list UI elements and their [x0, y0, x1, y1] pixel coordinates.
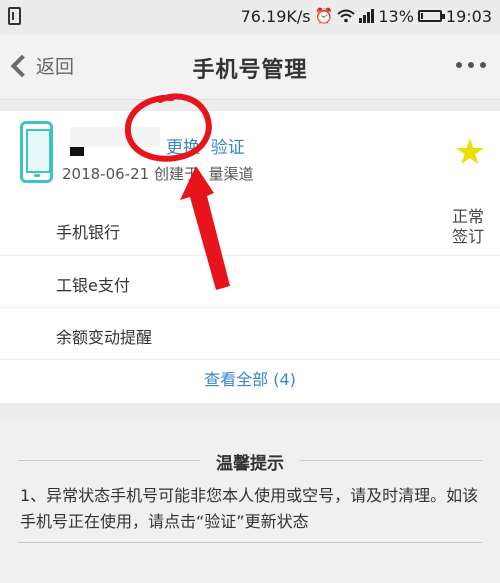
tips-text: 1、异常状态手机号可能非您本人使用或空号，请及时清理。如该手机号正在使用，请点击…: [20, 486, 479, 531]
service-label: 手机银行: [56, 223, 121, 242]
battery-level: [420, 13, 423, 19]
star-icon: ★: [453, 132, 486, 173]
clock: 19:03: [445, 6, 492, 26]
status-bar-right: 76.19K/s ⏰ 13% 19:03: [241, 5, 492, 27]
battery-percent: 13%: [378, 6, 414, 26]
phone-number-redacted: [70, 127, 160, 147]
status-bar: 76.19K/s ⏰ 13% 19:03: [0, 0, 500, 34]
service-item: 余额变动提醒: [0, 307, 500, 359]
service-item: 工银e支付: [0, 255, 500, 307]
service-label: 余额变动提醒: [56, 328, 153, 347]
service-item: 手机银行: [0, 203, 500, 255]
network-speed: 76.19K/s: [240, 6, 311, 26]
phone-icon: [20, 121, 53, 183]
nav-bar: 返回 手机号管理: [0, 34, 500, 100]
change-verify-link[interactable]: 更换 验证: [166, 133, 245, 158]
wifi-icon: [337, 9, 355, 23]
battery-icon: [417, 10, 445, 22]
tips-title: 温馨提示: [200, 449, 300, 474]
service-label: 工银e支付: [56, 276, 130, 295]
tips-section: 温馨提示 1、异常状态手机号可能非您本人使用或空号，请及时清理。如该手机号正在使…: [0, 421, 500, 583]
signal-icon: [359, 9, 375, 23]
divider: [18, 542, 482, 543]
alarm-icon: ⏰: [314, 7, 334, 25]
sim-icon: [8, 7, 21, 25]
page-title: 手机号管理: [192, 58, 308, 83]
tips-header: 温馨提示: [0, 449, 500, 474]
created-date: 2018-06-21 创建于 量渠道: [62, 165, 254, 183]
phone-number-mask: [70, 147, 84, 156]
view-all-link[interactable]: 查看全部 (4): [0, 359, 500, 403]
more-dots-icon[interactable]: [456, 62, 486, 68]
phone-number-card: 更换 验证 2018-06-21 创建于 量渠道 ★ 正常签订 手机银行 工银e…: [0, 111, 500, 403]
